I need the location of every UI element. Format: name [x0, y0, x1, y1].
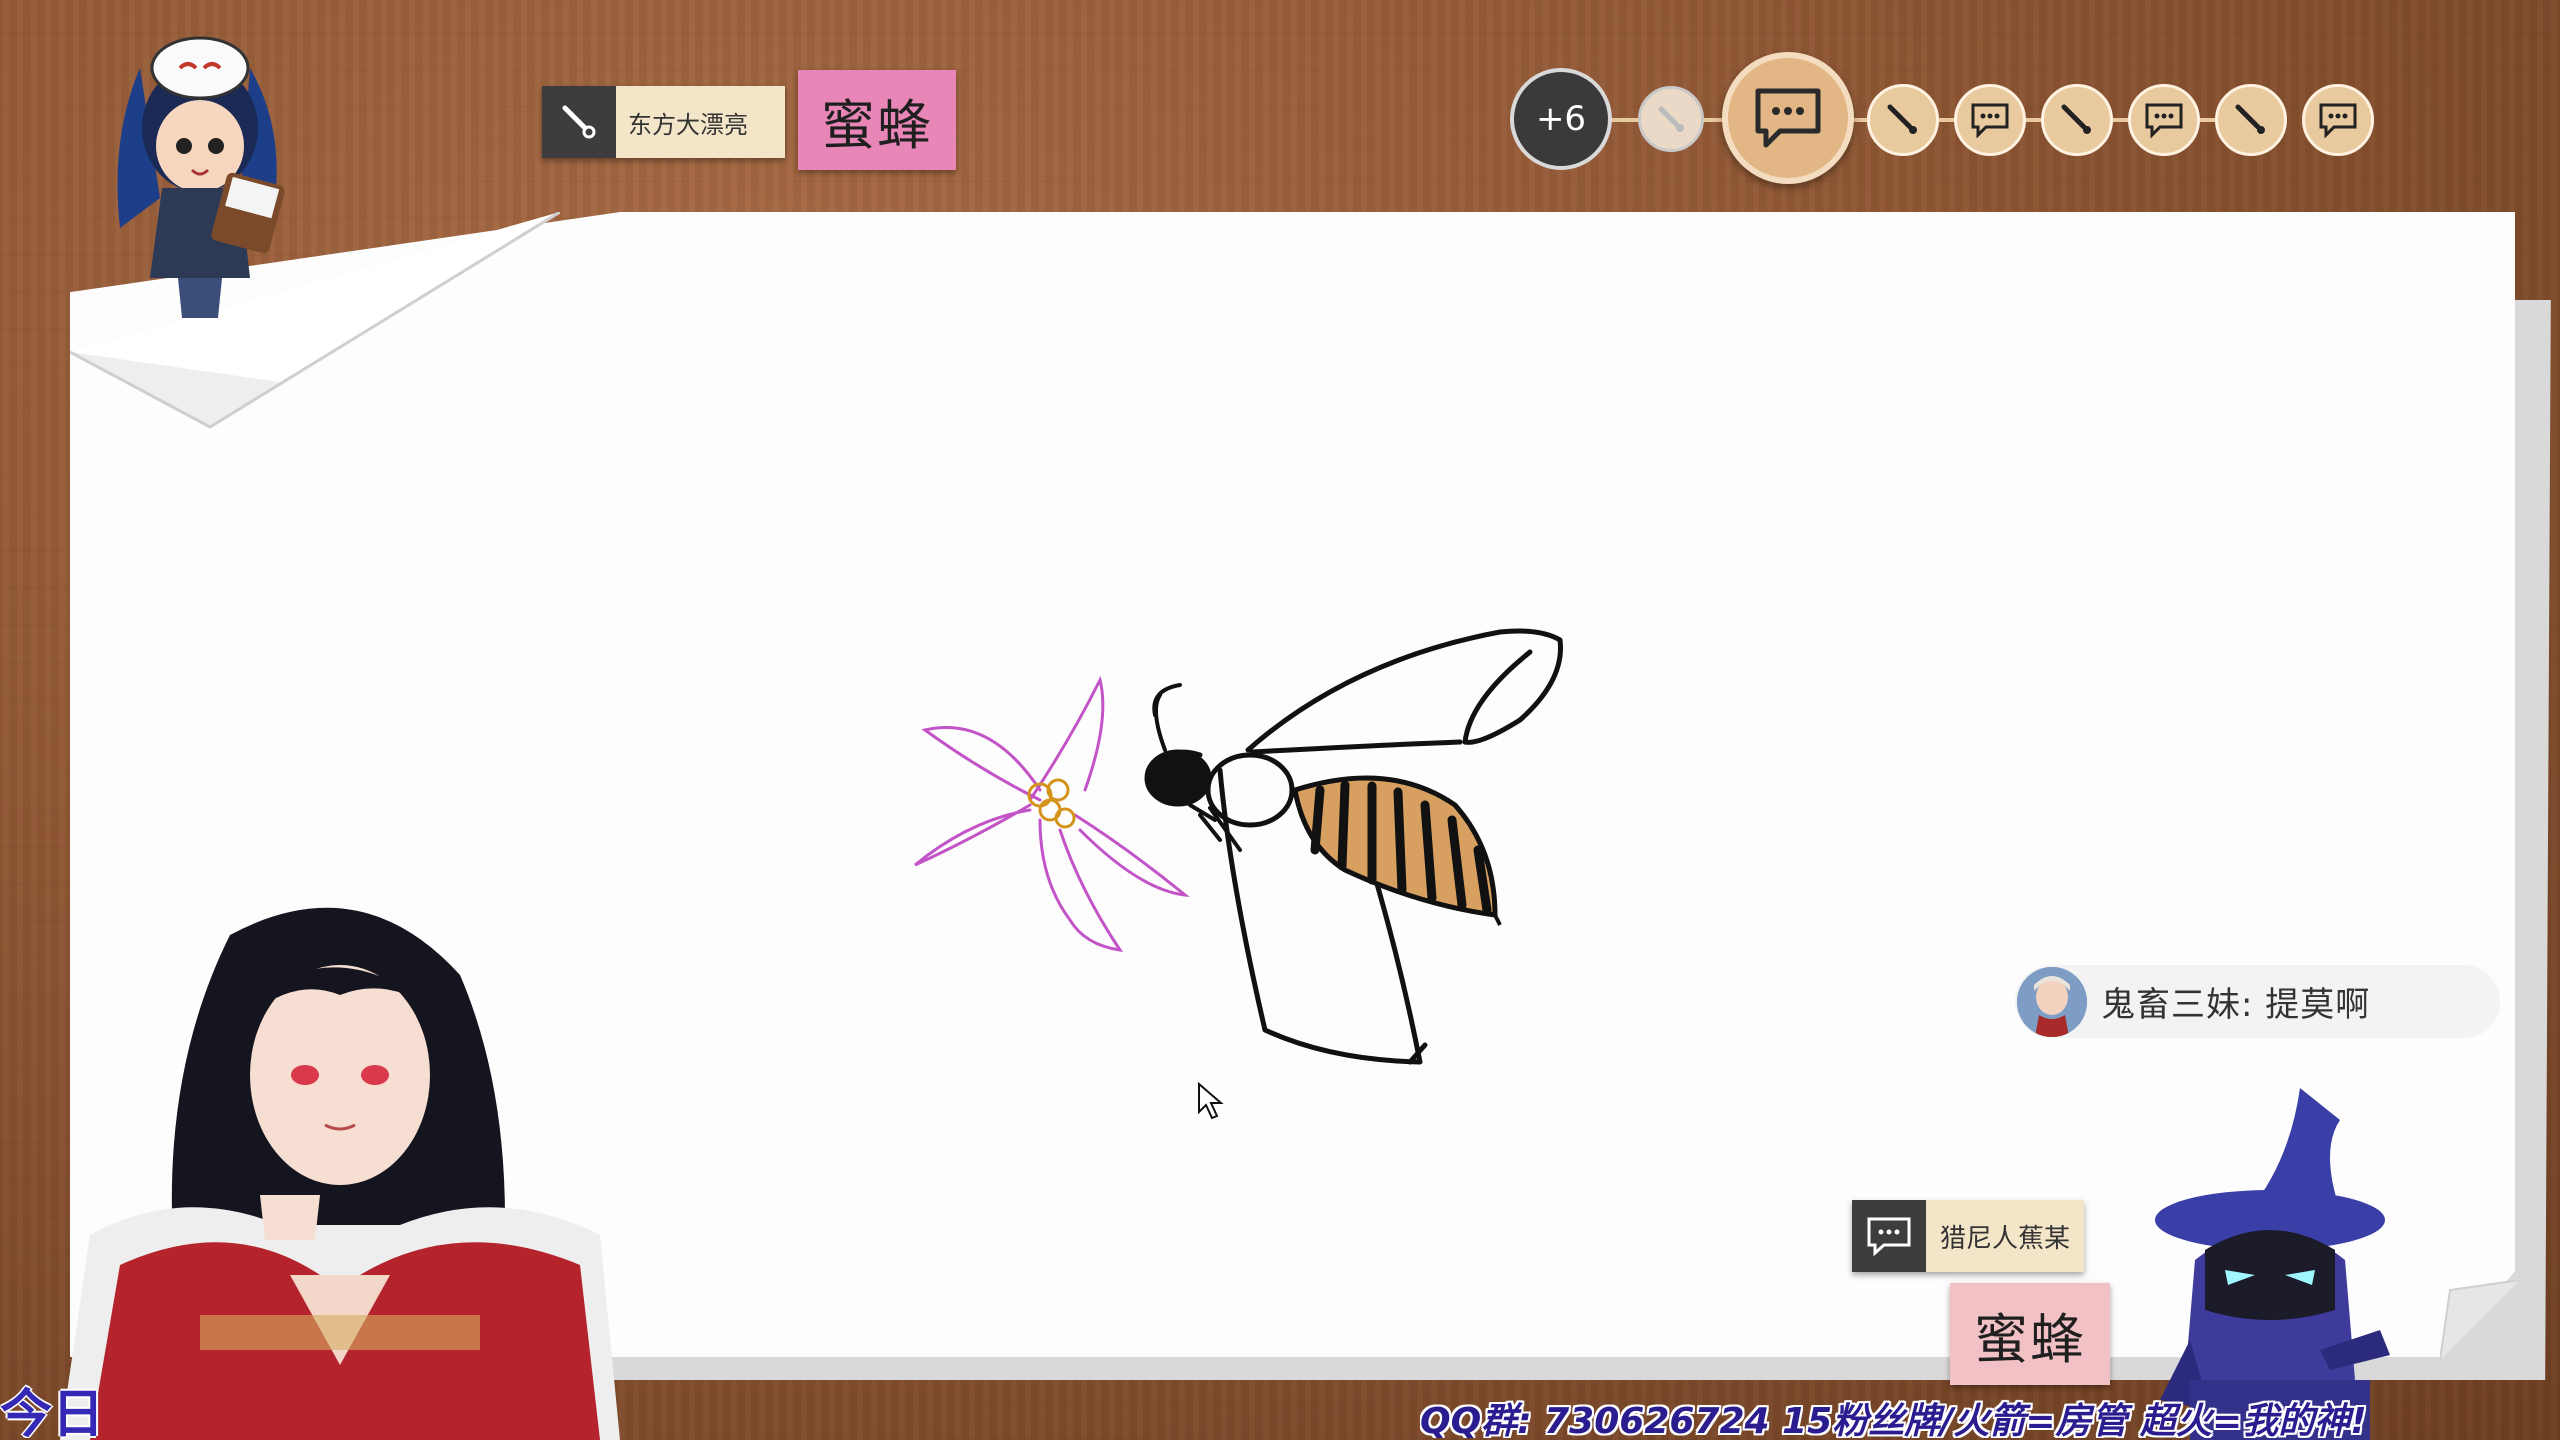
brush-icon — [2215, 84, 2287, 156]
ticker-left-text: 今日 — [0, 1385, 105, 1438]
remaining-players-counter[interactable]: +6 — [1510, 68, 1612, 170]
mouse-cursor-icon — [1198, 1082, 1224, 1120]
mascot-girl-avatar — [117, 36, 285, 318]
brush-icon — [2041, 84, 2113, 156]
wizard-cat-avatar — [2155, 1088, 2390, 1440]
guessed-word-card: 蜜蜂 — [1950, 1283, 2110, 1385]
guesser-card: 猎尼人蕉某 — [1852, 1200, 2085, 1272]
chat-icon — [1852, 1200, 1926, 1272]
chat-icon — [2302, 84, 2374, 156]
chat-icon — [1954, 84, 2026, 156]
scrolling-ticker: QQ群: 730626724 15粉丝牌/火箭=房管 超火=我的神! — [1420, 1401, 2367, 1438]
drawer-name: 东方大漂亮 — [616, 86, 785, 158]
brush-icon — [542, 86, 616, 158]
chat-user-avatar — [2017, 966, 2087, 1037]
streamer-vtuber-avatar — [60, 907, 620, 1440]
chat-icon-active[interactable] — [1722, 52, 1854, 184]
current-drawer-card: 东方大漂亮 — [542, 86, 785, 158]
chat-message-bubble: 鬼畜三妹: 提莫啊 — [2015, 965, 2500, 1038]
chat-icon — [2128, 84, 2200, 156]
page-corner-fold — [2440, 1280, 2520, 1360]
brush-icon — [1867, 84, 1939, 156]
guesser-name: 猎尼人蕉某 — [1926, 1200, 2085, 1272]
target-word-card: 蜜蜂 — [798, 70, 956, 170]
turn-timeline: +6 — [1510, 52, 2380, 184]
brush-icon — [1638, 86, 1704, 152]
chat-message-text: 鬼畜三妹: 提莫啊 — [2101, 985, 2371, 1025]
